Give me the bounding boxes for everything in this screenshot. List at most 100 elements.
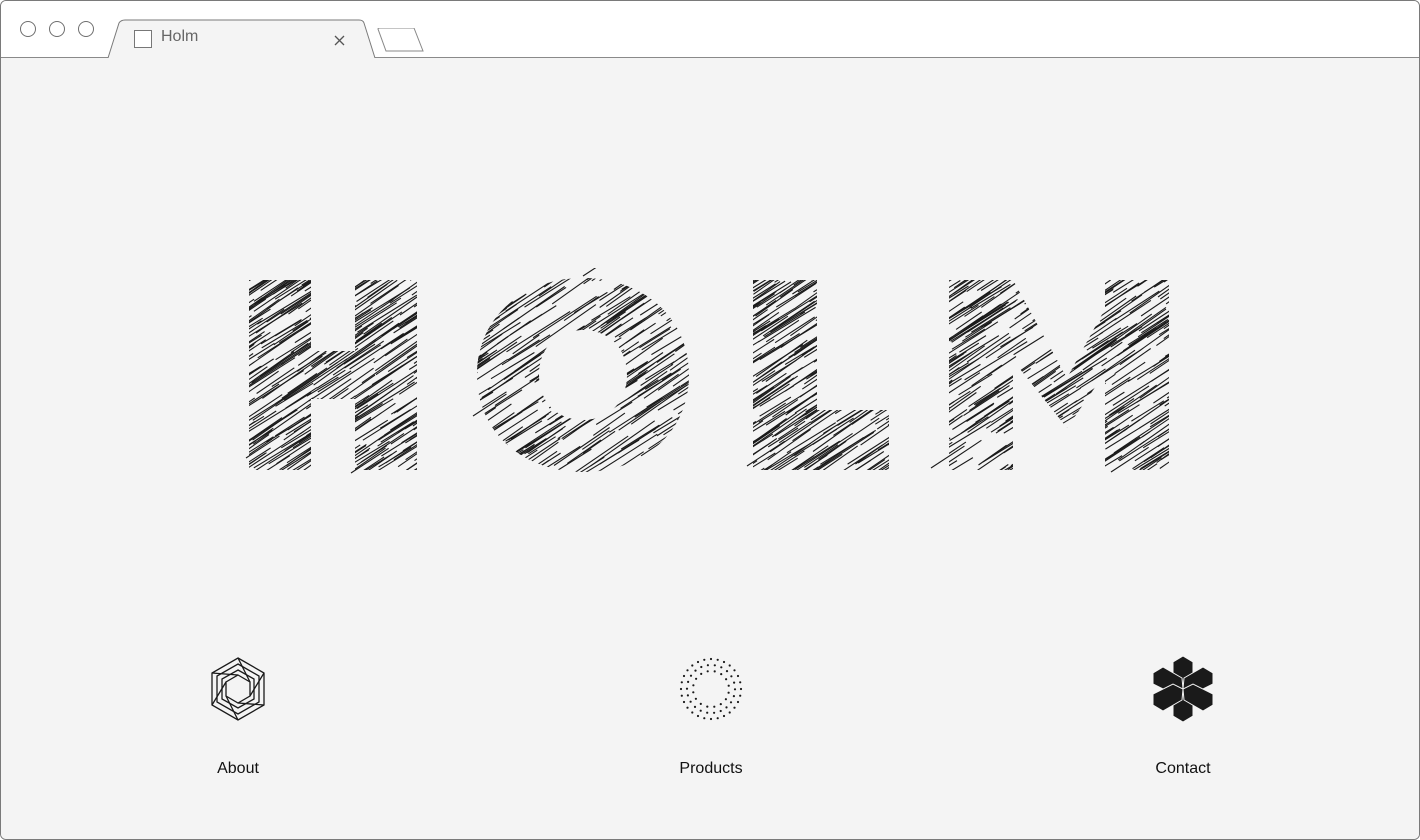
wordmark-hatch-stroke (437, 316, 474, 341)
wordmark-hatch-stroke (1120, 268, 1170, 275)
wordmark-hatch-stroke (867, 282, 925, 319)
wordmark-hatch-stroke (692, 434, 739, 467)
nav-item-contact[interactable]: Contact (1103, 654, 1263, 784)
wordmark-hatch-stroke (828, 324, 868, 349)
wordmark-hatch-stroke (272, 278, 333, 295)
wordmark-hatch-stroke (817, 349, 886, 393)
wordmark-hatch-stroke (657, 346, 720, 391)
dot-mark (703, 717, 706, 720)
wordmark-hatch-stroke (713, 452, 776, 472)
nav-item-about[interactable]: About (158, 654, 318, 784)
wordmark-hatch-stroke (548, 388, 579, 409)
wordmark-hatch-stroke (1183, 319, 1191, 361)
wordmark-hatch-stroke (449, 412, 515, 458)
wordmark-hatch-stroke (986, 268, 1023, 275)
wordmark-hatch-stroke (398, 355, 459, 395)
dot-mark (694, 669, 697, 672)
wordmark-hatch-stroke (249, 343, 255, 376)
wordmark-hatch-stroke (1077, 409, 1130, 443)
wordmark-hatch-stroke (317, 444, 361, 472)
wordmark-hatch-stroke (837, 394, 887, 426)
wordmark-hatch-stroke (1022, 427, 1080, 467)
wordmark-hatch-stroke (687, 428, 737, 459)
dotted-circle-icon (679, 657, 743, 721)
wordmark-hatch-stroke (447, 454, 474, 472)
wordmark-hatch-stroke (548, 268, 593, 277)
wordmark-hatch-stroke (456, 418, 511, 457)
wordmark-hatch-stroke (466, 365, 529, 410)
dot-mark (709, 717, 713, 721)
wordmark-hatch-stroke (429, 320, 464, 344)
wordmark-hatch-stroke (893, 289, 940, 321)
wordmark-hatch-stroke (907, 441, 967, 472)
wordmark-hatch-stroke (885, 450, 927, 472)
wordmark-hatch-stroke (899, 367, 933, 392)
wordmark-hatch-stroke (1175, 273, 1191, 312)
wordmark-hatch-stroke (1092, 278, 1141, 299)
wordmark-hatch-stroke (732, 402, 786, 438)
wordmark-hatch-stroke (510, 268, 570, 275)
nav-item-products[interactable]: Products (631, 654, 791, 784)
wordmark-hatch-stroke (439, 424, 473, 447)
dot-mark (739, 681, 742, 684)
wordmark-hatch-stroke (311, 327, 368, 368)
dot-mark (727, 691, 730, 694)
wordmark-hatch-stroke (328, 320, 394, 366)
dot-mark (700, 665, 703, 669)
wordmark-hatch-stroke (433, 379, 465, 401)
wordmark-hatch-stroke (486, 449, 524, 472)
wordmark-hatch-stroke (896, 409, 942, 440)
dot-mark (699, 702, 702, 705)
dot-mark (716, 658, 719, 661)
dot-mark (686, 669, 689, 672)
wordmark-hatch-stroke (729, 278, 787, 286)
dot-mark (706, 670, 709, 673)
wordmark-hatch-stroke (424, 399, 467, 427)
wordmark-hatch-stroke (537, 339, 593, 376)
wordmark-hatch-stroke (1107, 278, 1169, 279)
wordmark-hatch-stroke (1024, 278, 1065, 305)
wordmark-hatch-stroke (1034, 454, 1077, 472)
wordmark-hatch-stroke (831, 289, 898, 335)
wordmark-hatch-stroke (983, 291, 1038, 327)
new-tab-button[interactable] (377, 28, 425, 52)
wordmark-hatch-stroke (309, 301, 338, 320)
wordmark-hatch-stroke (249, 353, 254, 380)
wordmark-hatch-stroke (249, 278, 293, 282)
wordmark-hatch-stroke (675, 299, 722, 330)
wordmark-hatch-stroke (656, 406, 703, 437)
wordmark-hatch-stroke (676, 278, 716, 287)
wordmark-hatch-stroke (628, 370, 668, 399)
wordmark-hatch-stroke (249, 278, 259, 281)
wordmark-hatch-stroke (860, 343, 912, 380)
wordmark-hatch-stroke (1062, 429, 1119, 467)
dot-mark (728, 664, 731, 667)
dot-mark (713, 670, 716, 673)
wordmark-hatch-stroke (746, 454, 795, 472)
wordmark-hatch-stroke (710, 303, 753, 332)
wordmark-hatch-stroke (657, 373, 717, 411)
wordmark-hatch-stroke (471, 268, 504, 272)
wordmark-hatch-stroke (543, 278, 598, 288)
wordmark-hatch-stroke (682, 373, 745, 412)
close-icon[interactable] (331, 31, 349, 49)
wordmark-hatch-stroke (1044, 429, 1105, 468)
wordmark-hatch-stroke (810, 337, 870, 377)
wordmark-hatch-stroke (529, 349, 560, 372)
wordmark-hatch-stroke (969, 464, 1009, 472)
wordmark-hatch-stroke (850, 316, 908, 354)
wordmark-hatch-stroke (696, 268, 756, 272)
wordmark-hatch-stroke (866, 278, 922, 281)
wordmark-hatch-stroke (1180, 390, 1191, 426)
wordmark-hatch-stroke (986, 356, 1017, 377)
dot-mark (680, 694, 683, 697)
wordmark-hatch-stroke (1081, 317, 1117, 343)
wordmark-hatch-stroke (497, 420, 543, 449)
wordmark-hatch-stroke (517, 268, 548, 271)
wordmark-hatch-stroke (678, 278, 736, 289)
wordmark-hatch-stroke (448, 268, 507, 272)
wordmark-hatch-stroke (487, 362, 528, 391)
wordmark-hatch-stroke (1052, 298, 1100, 333)
wordmark-hatch-stroke (868, 268, 928, 275)
wordmark-hatch-stroke (318, 445, 367, 472)
